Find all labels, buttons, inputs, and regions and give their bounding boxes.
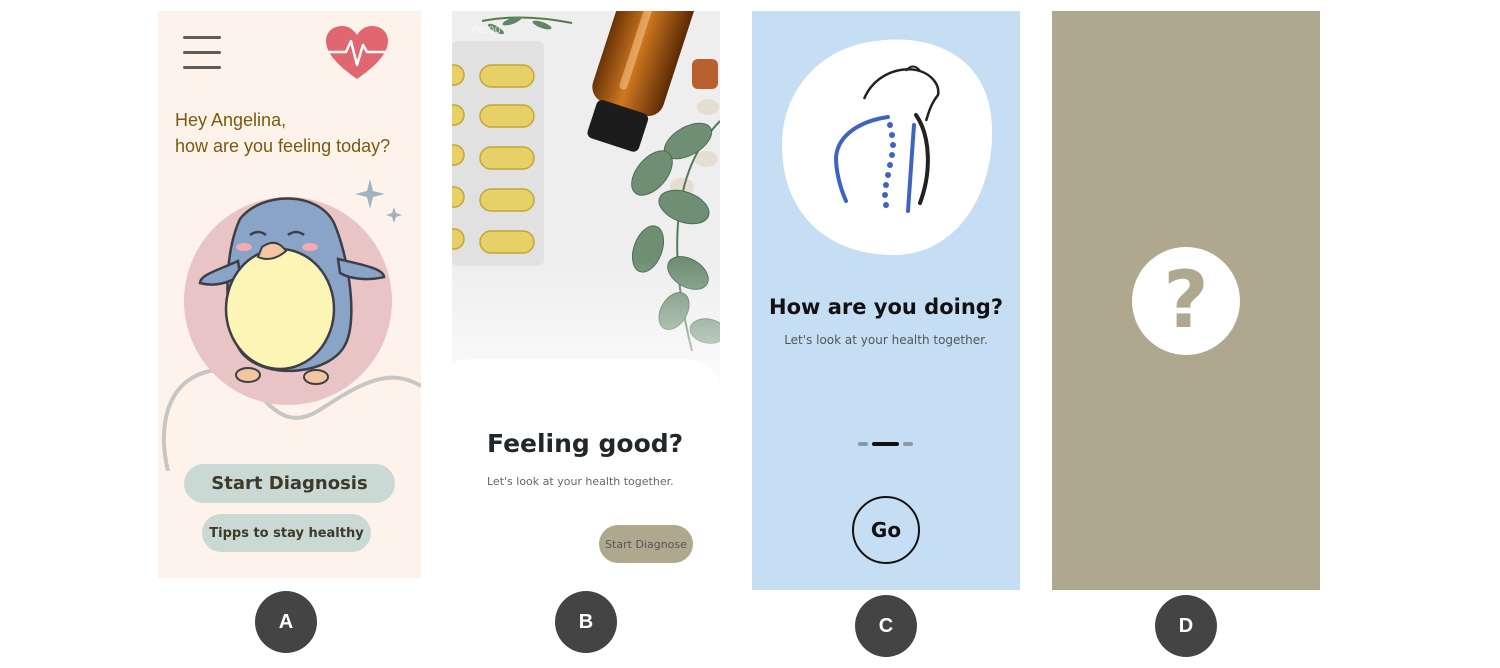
page-title: Feeling good?	[487, 429, 684, 458]
start-diagnose-button[interactable]: Start Diagnose	[599, 525, 693, 563]
page-subtitle: Let's look at your health together.	[487, 475, 674, 488]
option-label-d[interactable]: D	[1155, 595, 1217, 657]
screen-c: How are you doing? Let's look at your he…	[752, 11, 1020, 590]
page-indicator-dot-3[interactable]	[903, 442, 913, 446]
medicine-photo	[452, 11, 720, 401]
page-title: How are you doing?	[769, 295, 1003, 319]
start-diagnosis-button[interactable]: Start Diagnosis	[184, 464, 395, 503]
question-mark-icon: ?	[1132, 247, 1240, 355]
option-label-a[interactable]: A	[255, 591, 317, 653]
option-label-c[interactable]: C	[855, 595, 917, 657]
go-button[interactable]: Go	[852, 496, 920, 564]
greeting-line-1: Hey Angelina,	[175, 110, 287, 130]
status-time: 06:00	[472, 25, 501, 36]
option-label-b[interactable]: B	[555, 591, 617, 653]
question-mark-glyph: ?	[1163, 256, 1209, 346]
greeting: Hey Angelina, how are you feeling today?	[175, 107, 390, 159]
tips-button[interactable]: Tipps to stay healthy	[202, 514, 371, 552]
page-indicator-dot-1[interactable]	[858, 442, 868, 446]
penguin-illustration	[161, 179, 421, 471]
page-subtitle: Let's look at your health together.	[784, 333, 988, 347]
screen-b: 06:00 Feeling good? Let's look at your h…	[452, 11, 720, 578]
spine-illustration	[782, 39, 993, 256]
screen-a: Hey Angelina, how are you feeling today?…	[158, 11, 421, 578]
page-indicator-dot-2-active[interactable]	[872, 442, 899, 446]
heart-pulse-icon	[326, 26, 388, 79]
screen-d: ?	[1052, 11, 1320, 590]
menu-icon[interactable]	[183, 36, 221, 70]
greeting-line-2: how are you feeling today?	[175, 136, 391, 156]
